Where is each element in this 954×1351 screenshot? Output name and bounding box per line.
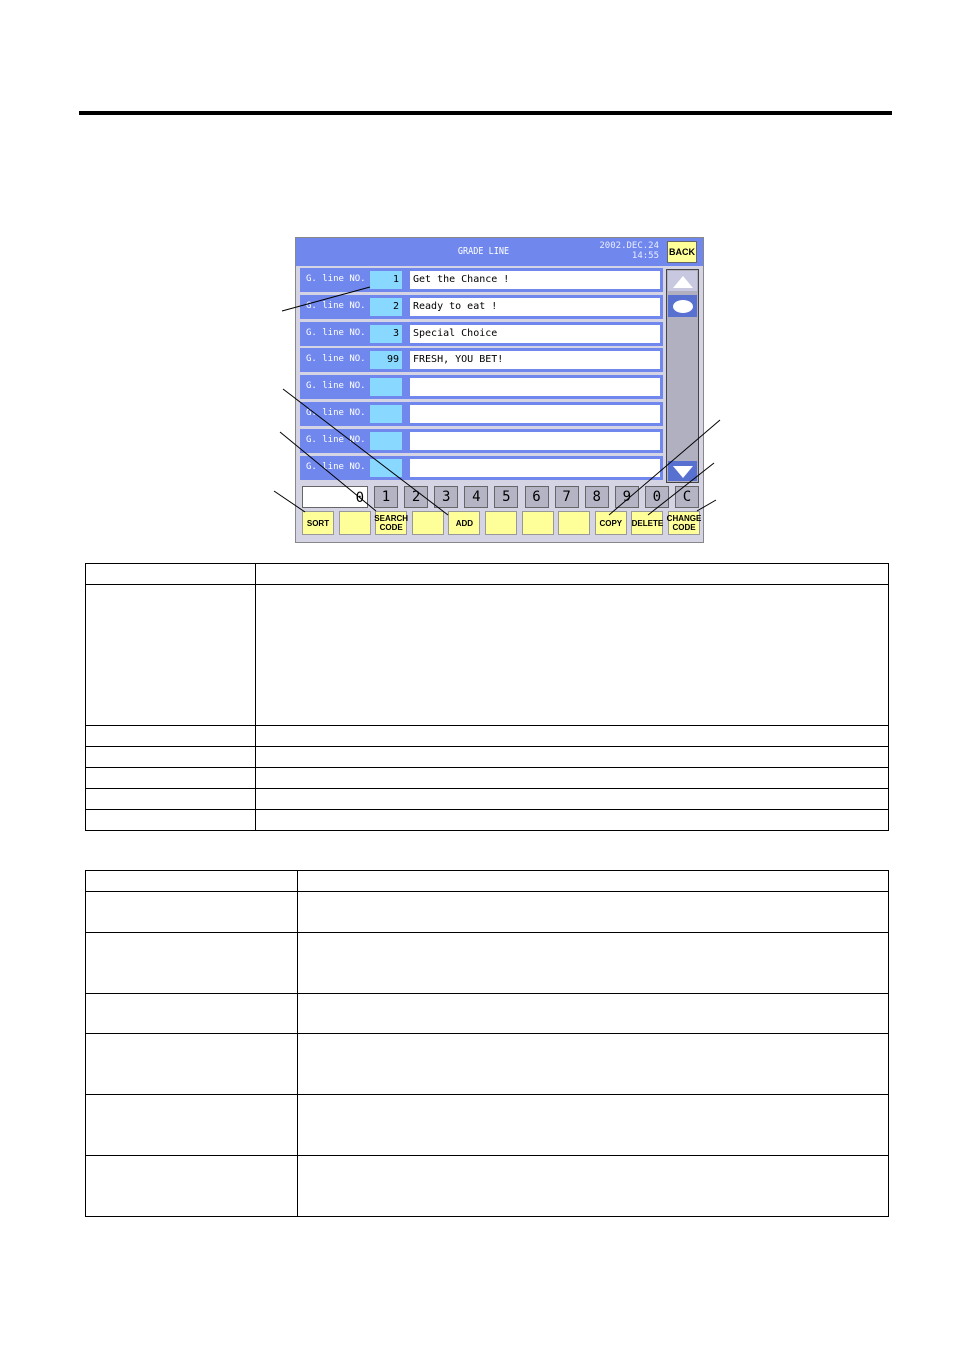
table-cell <box>255 746 889 768</box>
table-cell <box>85 993 298 1034</box>
table-cell <box>255 563 889 585</box>
table-cell <box>297 1155 889 1217</box>
description-table-2 <box>85 870 889 1217</box>
table-cell <box>85 725 256 747</box>
callout-line <box>279 431 377 512</box>
table-cell <box>297 891 889 933</box>
table-cell <box>255 788 889 810</box>
table-cell <box>297 932 889 994</box>
callout-line <box>282 388 449 516</box>
table-cell <box>255 725 889 747</box>
table-cell <box>85 891 298 933</box>
callout-line <box>696 499 717 512</box>
table-cell <box>297 1094 889 1156</box>
table-cell <box>85 1155 298 1217</box>
table-cell <box>85 563 256 585</box>
table-cell <box>85 1033 298 1095</box>
table-cell <box>85 746 256 768</box>
table-cell <box>85 809 256 831</box>
description-table-1 <box>85 563 889 831</box>
table-cell <box>85 788 256 810</box>
table-cell <box>85 767 256 789</box>
table-cell <box>255 767 889 789</box>
table-cell <box>297 1033 889 1095</box>
table-cell <box>85 932 298 994</box>
table-cell <box>255 809 889 831</box>
table-cell <box>297 993 889 1034</box>
callout-line <box>281 286 371 312</box>
table-cell <box>85 1094 298 1156</box>
table-cell <box>255 584 889 726</box>
table-cell <box>297 870 889 892</box>
callout-line <box>273 490 306 513</box>
callout-line <box>608 419 721 516</box>
table-cell <box>85 584 256 726</box>
table-cell <box>85 870 298 892</box>
